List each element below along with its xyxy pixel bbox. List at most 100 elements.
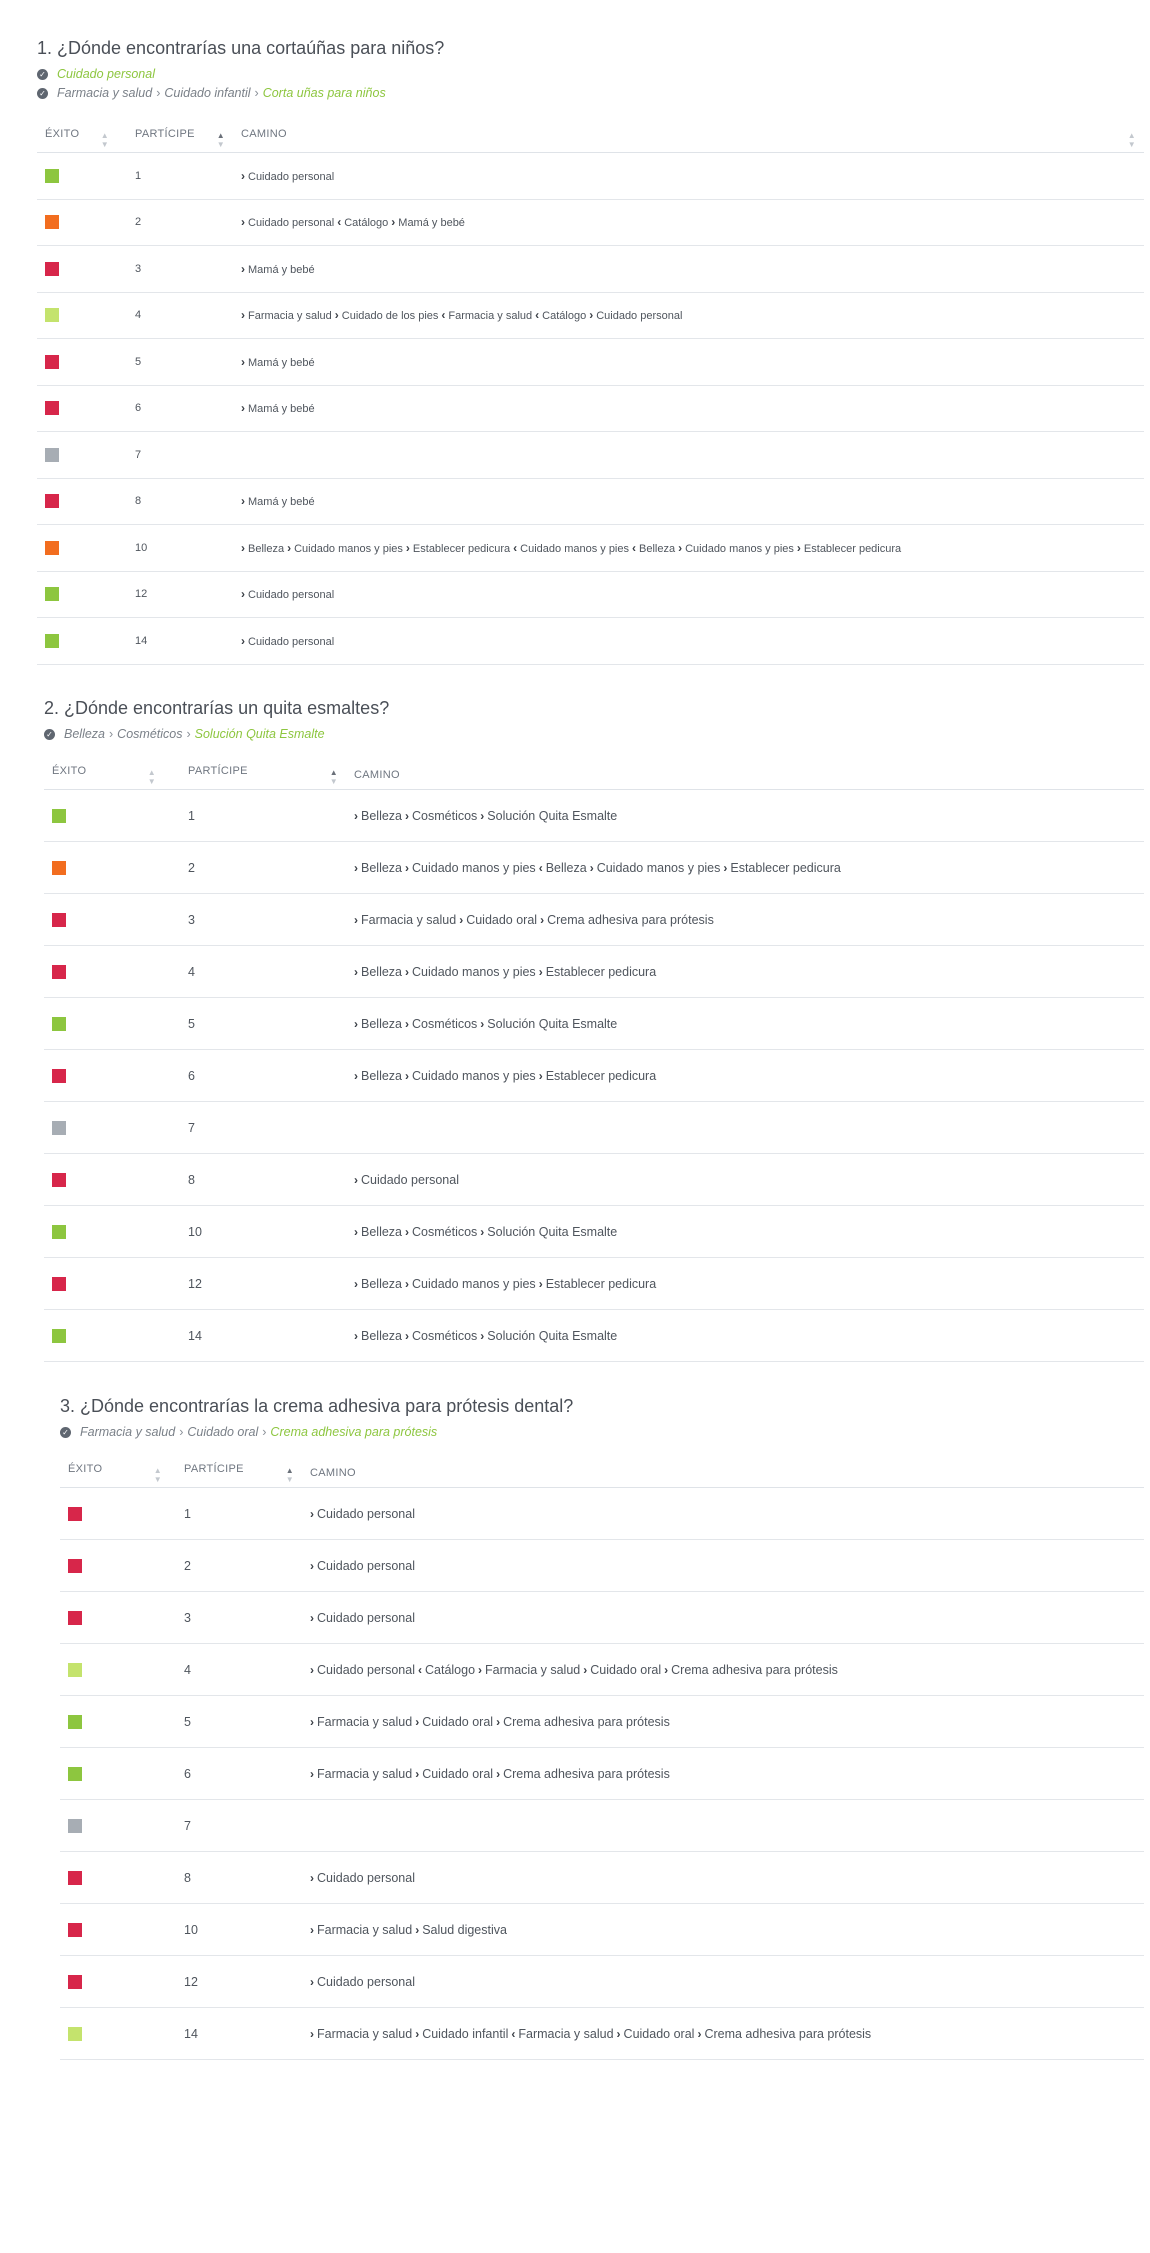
results-body: 1 › Cuidado personal 2 › Cuidado personal 3 › Cu…	[60, 1487, 1144, 2060]
table-row: 12 › Belleza › Cuidado manos y pies › Establec…	[44, 1257, 1144, 1310]
path-node: Crema adhesiva para prótesis	[503, 1714, 670, 1729]
participant-cell: 14	[170, 2007, 302, 2060]
column-header-participe[interactable]: PARTÍCIPE ▲ ▼	[164, 761, 346, 790]
status-cell	[60, 1643, 170, 1696]
chevron-right-icon: ›	[241, 308, 245, 323]
participant-cell: 10	[164, 1205, 346, 1258]
participant-cell: 3	[164, 893, 346, 946]
participant-cell: 4	[170, 1643, 302, 1696]
status-cell	[37, 245, 117, 293]
path-cell: › Farmacia y salud › Salud digestiva	[302, 1903, 1144, 1956]
status-square-icon	[45, 540, 59, 555]
path-node: Mamá y bebé	[248, 263, 315, 276]
path-cell: › Mamá y bebé	[233, 245, 1144, 293]
chevron-right-icon: ›	[109, 727, 114, 741]
check-circle-icon: ✓	[44, 728, 55, 740]
path-node: Cuidado manos y pies	[412, 1068, 536, 1083]
participant-cell: 3	[117, 245, 233, 293]
chevron-right-icon: ›	[538, 1068, 543, 1083]
path-node: Farmacia y salud	[518, 2026, 614, 2041]
status-square-icon	[52, 1224, 66, 1239]
participant-cell: 12	[117, 571, 233, 618]
path-node: Solución Quita Esmalte	[487, 1224, 618, 1239]
table-row: 10 › Belleza › Cuidado manos y pies › Establec…	[37, 524, 1144, 572]
column-header-participe[interactable]: PARTÍCIPE ▲ ▼	[117, 124, 233, 153]
chevron-right-icon: ›	[405, 540, 410, 555]
answer-parent-node: Farmacia y salud	[57, 86, 153, 100]
chevron-right-icon: ›	[287, 540, 292, 555]
header-label: ÉXITO	[52, 764, 87, 777]
column-header-exito[interactable]: ÉXITO ▲ ▼	[60, 1459, 170, 1488]
chevron-right-icon: ›	[354, 1172, 358, 1187]
path-node: Farmacia y salud	[317, 1714, 413, 1729]
sort-icon: ▲ ▼	[153, 1465, 162, 1484]
column-header-camino[interactable]: CAMINO ▲ ▼	[233, 124, 1144, 153]
chevron-left-icon: ‹	[441, 308, 446, 323]
path-node: Cosméticos	[412, 1224, 478, 1239]
path-cell: › Belleza › Cosméticos › Solución Quita Esmal…	[346, 1309, 1144, 1362]
path-cell: › Belleza › Cosméticos › Solución Quita Esmal…	[346, 1205, 1144, 1258]
status-cell	[37, 431, 117, 479]
path-node: Cuidado personal	[317, 1662, 415, 1677]
path-node: Cuidado infantil	[422, 2026, 509, 2041]
column-header-participe[interactable]: PARTÍCIPE ▲ ▼	[170, 1459, 302, 1488]
table-row: 1 › Cuidado personal	[37, 152, 1144, 200]
status-square-icon	[68, 1974, 82, 1989]
column-header-camino[interactable]: CAMINO	[346, 761, 1144, 790]
status-square-icon	[52, 912, 66, 927]
path-cell: › Farmacia y salud › Cuidado de los pies ‹ Fa…	[233, 292, 1144, 339]
status-cell	[44, 893, 164, 946]
results-table: ÉXITO ▲ ▼ PARTÍCIPE ▲ ▼ CAMINO 1 › Belleza › Cos…	[44, 761, 1144, 1362]
status-cell	[44, 997, 164, 1050]
participant-cell: 1	[164, 789, 346, 842]
chevron-right-icon: ›	[241, 401, 245, 416]
results-body: 1 › Belleza › Cosméticos › Solución Quita Esma…	[44, 789, 1144, 1362]
table-header-row: ÉXITO ▲ ▼ PARTÍCIPE ▲ ▼ CAMINO ▲ ▼	[37, 124, 1144, 153]
results-table: ÉXITO ▲ ▼ PARTÍCIPE ▲ ▼ CAMINO 1 › Cuidado per…	[60, 1459, 1144, 2060]
column-header-exito[interactable]: ÉXITO ▲ ▼	[44, 761, 164, 790]
participant-cell: 7	[170, 1799, 302, 1852]
column-header-camino[interactable]: CAMINO	[302, 1459, 1144, 1488]
participant-cell: 5	[117, 338, 233, 386]
status-square-icon	[45, 494, 59, 509]
chevron-right-icon: ›	[354, 1276, 358, 1291]
header-label: PARTÍCIPE	[135, 127, 195, 140]
chevron-right-icon: ›	[354, 1068, 358, 1083]
column-header-exito[interactable]: ÉXITO ▲ ▼	[37, 124, 117, 153]
path-node: Solución Quita Esmalte	[487, 1328, 618, 1343]
chevron-right-icon: ›	[480, 1328, 485, 1343]
participant-cell: 12	[164, 1257, 346, 1310]
status-square-icon	[45, 354, 59, 369]
chevron-right-icon: ›	[354, 808, 358, 823]
path-node: Cuidado manos y pies	[596, 860, 721, 875]
path-cell	[233, 431, 1144, 479]
chevron-right-icon: ›	[405, 1068, 409, 1083]
path-cell: › Belleza › Cuidado manos y pies › Establecer…	[346, 1257, 1144, 1310]
path-cell: › Mamá y bebé	[233, 385, 1144, 432]
table-row: 14 › Cuidado personal	[37, 617, 1144, 665]
table-row: 1 › Belleza › Cosméticos › Solución Quita Esma…	[44, 789, 1144, 842]
chevron-right-icon: ›	[538, 1276, 543, 1291]
path-cell: › Belleza › Cosméticos › Solución Quita Esmal…	[346, 997, 1144, 1050]
status-cell	[60, 1955, 170, 2008]
status-square-icon	[68, 1922, 82, 1937]
chevron-right-icon: ›	[241, 633, 245, 648]
path-node: Mamá y bebé	[398, 217, 465, 230]
participant-cell: 5	[164, 997, 346, 1050]
path-node: Belleza	[639, 542, 676, 555]
chevron-right-icon: ›	[262, 1425, 267, 1439]
path-node: Cuidado personal	[596, 310, 683, 323]
path-node: Cuidado personal	[248, 170, 335, 183]
status-square-icon	[45, 168, 59, 183]
participant-cell: 7	[164, 1101, 346, 1154]
path-node: Cuidado oral	[422, 1714, 494, 1729]
path-node: Cuidado personal	[317, 1506, 415, 1521]
status-cell	[37, 478, 117, 525]
status-cell	[60, 2007, 170, 2060]
path-node: Catálogo	[425, 1662, 476, 1677]
status-square-icon	[52, 1172, 66, 1187]
chevron-right-icon: ›	[179, 1425, 184, 1439]
path-node: Catálogo	[542, 310, 587, 323]
table-header-row: ÉXITO ▲ ▼ PARTÍCIPE ▲ ▼ CAMINO	[60, 1459, 1144, 1488]
table-row: 7	[37, 431, 1144, 479]
